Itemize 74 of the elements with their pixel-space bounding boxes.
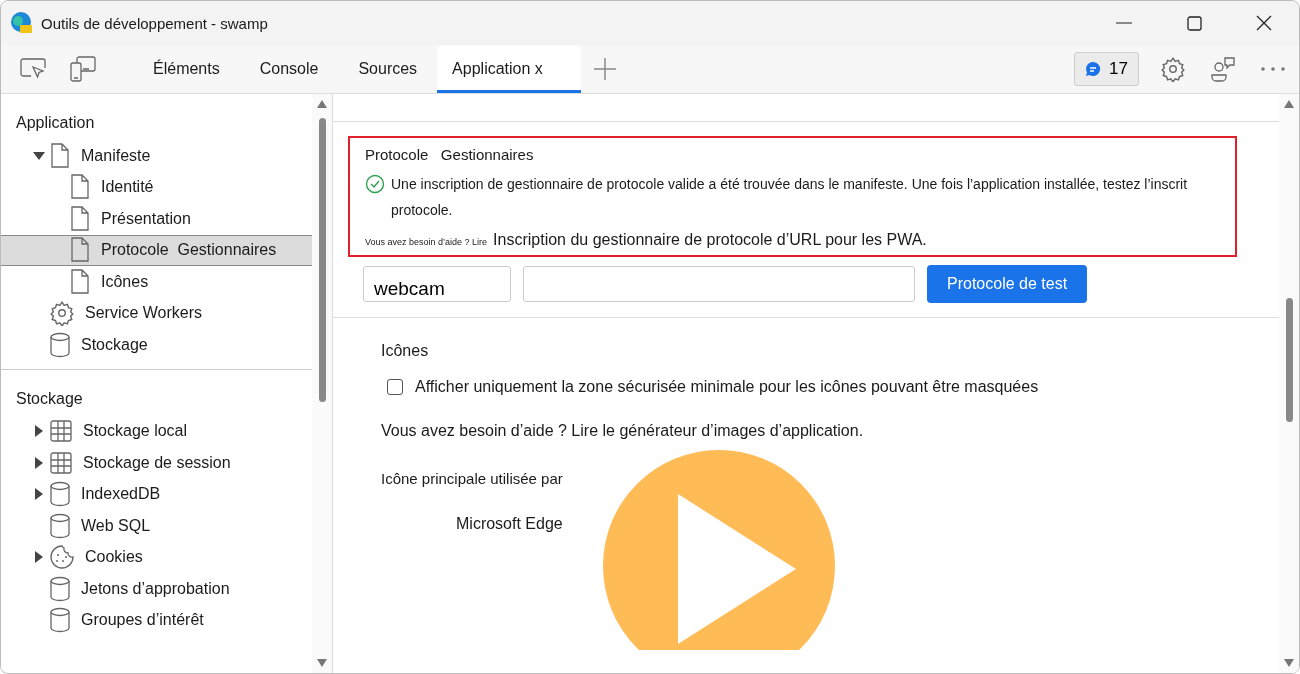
tree-item[interactable]: Web SQL: [1, 510, 312, 542]
protocol-input[interactable]: webcam: [363, 266, 511, 302]
section-heading: Application: [15, 113, 96, 133]
tree-item[interactable]: IndexedDB: [1, 478, 312, 510]
tree-item[interactable]: Présentation: [1, 203, 312, 235]
settings-icon: [49, 300, 75, 327]
inspect-icon: [19, 57, 47, 81]
table-icon: [49, 419, 73, 444]
browser-logo-icon: [9, 11, 33, 35]
browser-name: Microsoft Edge: [456, 515, 563, 533]
scroll-up-icon[interactable]: [1284, 100, 1294, 108]
document-icon: [69, 174, 91, 201]
tree-item[interactable]: Stockage local: [1, 415, 312, 447]
table-icon: [49, 450, 73, 475]
expand-arrow-icon[interactable]: [33, 456, 45, 469]
document-icon: [49, 142, 71, 169]
close-icon: [1256, 15, 1272, 31]
document-icon: [69, 237, 91, 264]
minimize-icon: [1116, 22, 1132, 24]
field-label: Icône principale utilisée par: [381, 470, 563, 487]
help-text: Vous avez besoin d’aide ? Lire: [365, 237, 488, 247]
tree-item[interactable]: Manifeste: [1, 140, 312, 172]
section-heading: Icônes: [381, 342, 430, 360]
tree-item[interactable]: Groupes d’intérêt: [1, 604, 312, 636]
tree-item[interactable]: Cookies: [1, 541, 312, 573]
tab[interactable]: Console: [239, 45, 339, 93]
maximize-icon: [1186, 15, 1202, 31]
expand-arrow-icon[interactable]: [33, 425, 45, 438]
help-text: Vous avez besoin d’aide ? Lire le générateur d’images d’application.: [381, 422, 865, 440]
tree-item[interactable]: Identité: [1, 171, 312, 203]
scroll-down-icon[interactable]: [1284, 659, 1294, 667]
collapse-arrow-icon[interactable]: [33, 149, 45, 162]
checkbox[interactable]: [387, 379, 403, 395]
success-check-icon: [365, 174, 385, 194]
scroll-down-icon[interactable]: [317, 659, 327, 667]
database-icon: [49, 607, 71, 634]
tree-item[interactable]: Stockage: [1, 329, 312, 361]
database-icon: [49, 575, 71, 602]
url-input[interactable]: [523, 266, 915, 302]
expand-arrow-icon[interactable]: [33, 551, 45, 564]
scrollbar[interactable]: [312, 94, 332, 673]
scrollbar-thumb[interactable]: [318, 118, 326, 402]
settings-icon: [1160, 56, 1186, 82]
section-heading: Stockage: [15, 388, 84, 409]
document-icon: [69, 268, 91, 295]
expand-arrow-icon[interactable]: [33, 488, 45, 501]
chat-bubble-icon: [1085, 61, 1102, 77]
tree-item[interactable]: Icônes: [1, 266, 312, 298]
plus-icon: [592, 57, 617, 81]
window-title: Outils de développement - swamp: [41, 14, 269, 32]
tab[interactable]: Application x: [437, 45, 581, 93]
help-link[interactable]: Inscription du gestionnaire de protocole d’URL pour les PWA.: [493, 231, 927, 249]
device-icon: [69, 55, 97, 83]
tree-item[interactable]: Stockage de session: [1, 447, 312, 479]
tab[interactable]: Sources: [338, 45, 438, 93]
status-message: Une inscription de gestionnaire de protocole valide a été trouvée dans le manifeste. Une fois l’application installée, testez l’inscrit protocole.: [391, 175, 1188, 220]
section-heading: Protocole Gestionnaires: [365, 146, 535, 163]
test-protocol-button[interactable]: Protocole de test: [927, 265, 1088, 303]
tree-item[interactable]: Jetons d’approbation: [1, 573, 312, 605]
scrollbar-thumb[interactable]: [1285, 298, 1293, 422]
database-icon: [49, 331, 71, 358]
checkbox-label: Afficher uniquement la zone sécurisée minimale pour les icônes pouvant être masquées: [415, 378, 1039, 396]
database-icon: [49, 481, 71, 508]
tree-item[interactable]: Service Workers: [1, 297, 312, 329]
database-icon: [49, 512, 71, 539]
document-icon: [69, 205, 91, 232]
more-icon: [1260, 67, 1286, 71]
issues-button[interactable]: 17: [1074, 52, 1139, 86]
scrollbar[interactable]: [1279, 94, 1299, 673]
scroll-up-icon[interactable]: [317, 100, 327, 108]
tab[interactable]: Éléments: [133, 45, 240, 93]
cookie-icon: [49, 544, 75, 571]
person-speech-icon: [1209, 55, 1237, 83]
tree-item[interactable]: Protocole Gestionnaires: [1, 234, 312, 266]
